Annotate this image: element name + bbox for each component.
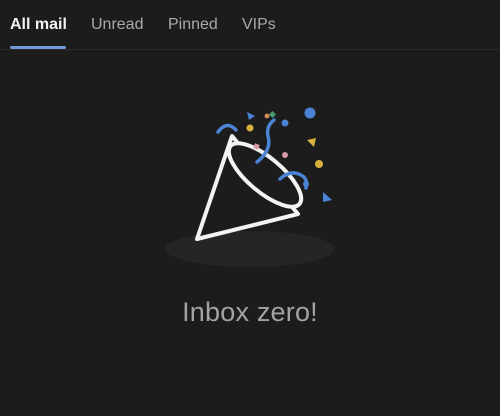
confetti-dot-blue-small (303, 181, 309, 187)
party-popper-icon (165, 107, 335, 267)
inbox-zero-message: Inbox zero! (182, 297, 318, 327)
tab-unread[interactable]: Unread (91, 15, 143, 35)
empty-state: Inbox zero! (0, 50, 500, 416)
popper-shadow (165, 231, 335, 267)
confetti-dot-orange (264, 113, 270, 119)
active-tab-indicator (10, 46, 66, 49)
tab-pinned[interactable]: Pinned (168, 15, 218, 35)
confetti-dot-blue-large (304, 107, 316, 119)
tab-vips[interactable]: VIPs (242, 15, 276, 35)
mail-filter-tabs: All mail Unread Pinned VIPs (0, 0, 500, 50)
mail-app: All mail Unread Pinned VIPs Inbox zero! (0, 0, 500, 416)
confetti-arc-blue (216, 123, 238, 134)
confetti-square-green (268, 110, 277, 119)
confetti-dot-pink (282, 152, 288, 158)
confetti-dot-yellow-2 (315, 160, 323, 168)
confetti-triangle-blue-2 (323, 192, 332, 202)
tab-all-mail[interactable]: All mail (10, 15, 67, 35)
confetti-triangle-blue (247, 112, 255, 120)
confetti-dot-yellow (246, 124, 254, 132)
confetti-dot-blue (281, 119, 289, 127)
confetti-triangle-yellow (307, 138, 316, 147)
